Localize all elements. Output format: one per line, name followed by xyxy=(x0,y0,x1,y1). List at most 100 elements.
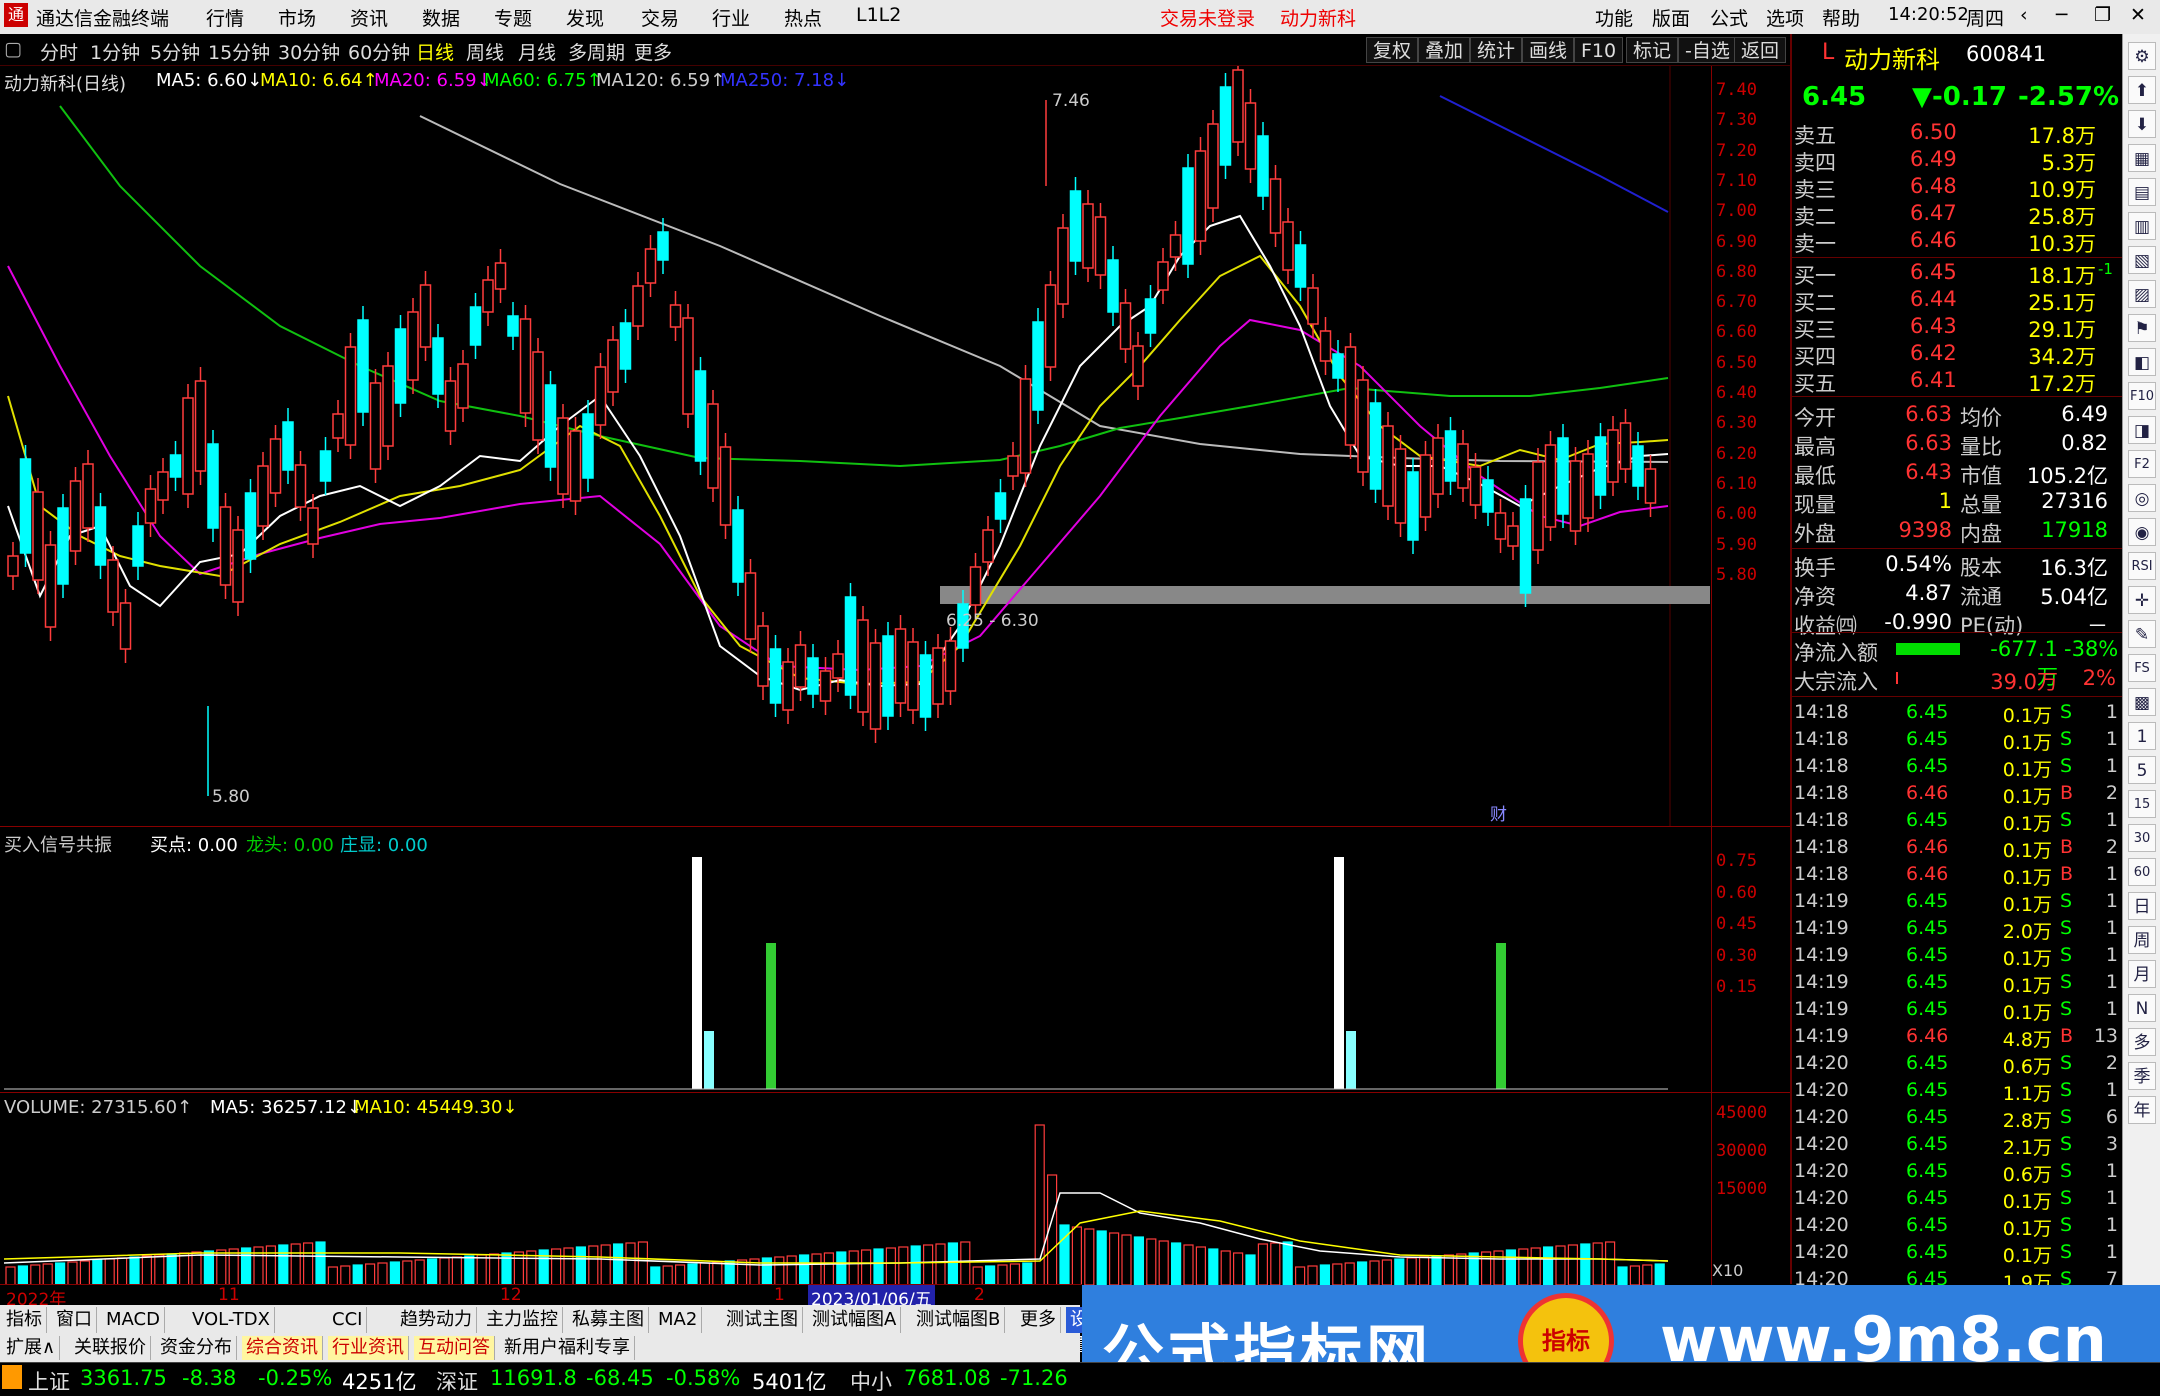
tick-row[interactable]: 14:18 6.45 0.1万 S 1 xyxy=(1792,809,2122,836)
menu-quotes[interactable]: 行情 xyxy=(206,4,244,31)
indicator-tab[interactable]: MA2 xyxy=(654,1307,703,1333)
collapse-icon[interactable]: ▢ xyxy=(4,38,22,60)
tick-row[interactable]: 14:19 6.46 4.8万 B 13 xyxy=(1792,1025,2122,1052)
side-toolbar-icon[interactable]: 年 xyxy=(2128,1096,2156,1124)
tick-row[interactable]: 14:20 6.45 0.1万 S 1 xyxy=(1792,1214,2122,1241)
tick-row[interactable]: 14:19 6.45 0.1万 S 1 xyxy=(1792,944,2122,971)
indicator-tab[interactable]: 私募主图 xyxy=(568,1307,649,1333)
extension-tab[interactable]: 关联报价 xyxy=(70,1336,151,1360)
period-1min[interactable]: 1分钟 xyxy=(90,38,140,65)
period-5min[interactable]: 5分钟 xyxy=(150,38,200,65)
side-toolbar-icon[interactable]: N xyxy=(2128,994,2156,1022)
indicator-tab[interactable]: 主力监控 xyxy=(482,1307,563,1333)
tick-row[interactable]: 14:18 6.46 0.1万 B 2 xyxy=(1792,782,2122,809)
side-toolbar-icon[interactable]: 5 xyxy=(2128,756,2156,784)
indicator-tab[interactable]: 更多 xyxy=(1016,1307,1061,1333)
menu-data[interactable]: 数据 xyxy=(422,4,460,31)
side-toolbar-icon[interactable]: ◧ xyxy=(2128,348,2156,376)
period-weekly[interactable]: 周线 xyxy=(466,38,504,65)
tick-row[interactable]: 14:20 6.45 0.6万 S 1 xyxy=(1792,1160,2122,1187)
side-toolbar-icon[interactable]: 60 xyxy=(2128,858,2156,886)
period-daily[interactable]: 日线 xyxy=(416,38,454,65)
side-toolbar-icon[interactable]: ✛ xyxy=(2128,586,2156,614)
indicator-tab[interactable]: 窗口 xyxy=(52,1307,97,1333)
tick-row[interactable]: 14:20 6.45 0.6万 S 2 xyxy=(1792,1052,2122,1079)
tick-row[interactable]: 14:18 6.46 0.1万 B 1 xyxy=(1792,863,2122,890)
indicator-tab[interactable]: 测试幅图B xyxy=(912,1307,1006,1333)
side-toolbar-icon[interactable]: 日 xyxy=(2128,892,2156,920)
indicator-tab[interactable]: 趋势动力 xyxy=(396,1307,477,1333)
side-toolbar-icon[interactable]: ▩ xyxy=(2128,688,2156,716)
extension-tab[interactable]: 综合资讯 xyxy=(242,1336,323,1360)
tick-row[interactable]: 14:20 6.45 2.1万 S 3 xyxy=(1792,1133,2122,1160)
side-toolbar-icon[interactable]: ▧ xyxy=(2128,246,2156,274)
tick-row[interactable]: 14:20 6.45 0.1万 S 1 xyxy=(1792,1187,2122,1214)
kline-panel[interactable]: 动力新科(日线) MA5: 6.60↓ MA10: 6.64↑ MA20: 6.… xyxy=(0,66,1790,826)
indicator-tab[interactable]: VOL-TDX xyxy=(188,1307,275,1333)
tick-row[interactable]: 14:20 6.45 1.1万 S 1 xyxy=(1792,1079,2122,1106)
side-toolbar-icon[interactable]: ◨ xyxy=(2128,416,2156,444)
side-toolbar-icon[interactable]: 月 xyxy=(2128,960,2156,988)
period-15min[interactable]: 15分钟 xyxy=(208,38,270,65)
side-toolbar-icon[interactable]: ⚑ xyxy=(2128,314,2156,342)
side-toolbar-icon[interactable]: 周 xyxy=(2128,926,2156,954)
side-toolbar-icon[interactable]: ▨ xyxy=(2128,280,2156,308)
extension-tab[interactable]: 新用户福利专享 xyxy=(500,1336,635,1360)
indicator-tab[interactable]: 指标 xyxy=(2,1307,47,1333)
menu-discover[interactable]: 发现 xyxy=(566,4,604,31)
restore-icon[interactable]: ❐ xyxy=(2094,4,2111,26)
tick-row[interactable]: 14:18 6.46 0.1万 B 2 xyxy=(1792,836,2122,863)
period-monthly[interactable]: 月线 xyxy=(518,38,556,65)
menu-function[interactable]: 功能 xyxy=(1595,4,1633,31)
back-icon[interactable]: ‹ xyxy=(2020,4,2028,26)
tick-row[interactable]: 14:18 6.45 0.1万 S 1 xyxy=(1792,728,2122,755)
tick-row[interactable]: 14:18 6.45 0.1万 S 1 xyxy=(1792,701,2122,728)
side-toolbar-icon[interactable]: 多 xyxy=(2128,1028,2156,1056)
close-icon[interactable]: ✕ xyxy=(2130,4,2146,26)
finance-marker[interactable]: 财 xyxy=(1490,805,1507,825)
menu-market[interactable]: 市场 xyxy=(278,4,316,31)
tool-f10[interactable]: F10 xyxy=(1574,37,1624,63)
tick-row[interactable]: 14:19 6.45 0.1万 S 1 xyxy=(1792,998,2122,1025)
side-toolbar-icon[interactable]: RSI xyxy=(2128,552,2156,580)
period-multi[interactable]: 多周期 xyxy=(568,38,625,65)
side-toolbar-icon[interactable]: ◎ xyxy=(2128,484,2156,512)
menu-l1l2[interactable]: L1L2 xyxy=(856,4,901,26)
side-toolbar-icon[interactable]: ⬇ xyxy=(2128,110,2156,138)
side-toolbar-icon[interactable]: 季 xyxy=(2128,1062,2156,1090)
side-toolbar-icon[interactable]: ▥ xyxy=(2128,212,2156,240)
minimize-icon[interactable]: ─ xyxy=(2056,4,2067,26)
indicator-tab[interactable]: CCI xyxy=(328,1307,368,1333)
period-30min[interactable]: 30分钟 xyxy=(278,38,340,65)
period-more[interactable]: 更多 xyxy=(634,38,672,65)
tick-row[interactable]: 14:20 6.45 0.1万 S 1 xyxy=(1792,1241,2122,1268)
side-toolbar-icon[interactable]: 30 xyxy=(2128,824,2156,852)
side-toolbar-icon[interactable]: 15 xyxy=(2128,790,2156,818)
indicator-tab[interactable]: MACD xyxy=(102,1307,165,1333)
trade-login-notice[interactable]: 交易未登录 xyxy=(1160,4,1255,31)
extension-tab[interactable]: 资金分布 xyxy=(156,1336,237,1360)
kline-chart[interactable]: 7.46 5.80 6.25 - 6.30 财 xyxy=(0,66,1712,826)
menu-topics[interactable]: 专题 xyxy=(494,4,532,31)
tick-row[interactable]: 14:20 6.45 2.8万 S 6 xyxy=(1792,1106,2122,1133)
tick-row[interactable]: 14:19 6.45 0.1万 S 1 xyxy=(1792,890,2122,917)
period-intraday[interactable]: 分时 xyxy=(40,38,78,65)
menu-formula[interactable]: 公式 xyxy=(1710,4,1748,31)
status-icon[interactable] xyxy=(2,1365,22,1389)
side-toolbar-icon[interactable]: F2 xyxy=(2128,450,2156,478)
tick-row[interactable]: 14:18 6.45 0.1万 S 1 xyxy=(1792,755,2122,782)
side-toolbar-icon[interactable]: ⬆ xyxy=(2128,76,2156,104)
indicator-tab[interactable]: 测试主图 xyxy=(722,1307,803,1333)
menu-industry[interactable]: 行业 xyxy=(712,4,750,31)
extension-tab[interactable]: 行业资讯 xyxy=(328,1336,409,1360)
menu-options[interactable]: 选项 xyxy=(1766,4,1804,31)
tool-stats[interactable]: 统计 xyxy=(1470,37,1523,63)
menu-trade[interactable]: 交易 xyxy=(641,4,679,31)
side-toolbar-icon[interactable]: ▤ xyxy=(2128,178,2156,206)
tick-list[interactable]: 14:18 6.45 0.1万 S 1 14:18 6.45 0.1万 S 1 14:18 6.45 0… xyxy=(1792,696,2122,1296)
volume-panel[interactable]: VOLUME: 27315.60↑ MA5: 36257.12↓ MA10: 4… xyxy=(0,1092,1790,1287)
side-toolbar-icon[interactable]: FS xyxy=(2128,654,2156,682)
menu-hot[interactable]: 热点 xyxy=(784,4,822,31)
tool-adjust[interactable]: 复权 xyxy=(1366,37,1419,63)
period-60min[interactable]: 60分钟 xyxy=(348,38,410,65)
